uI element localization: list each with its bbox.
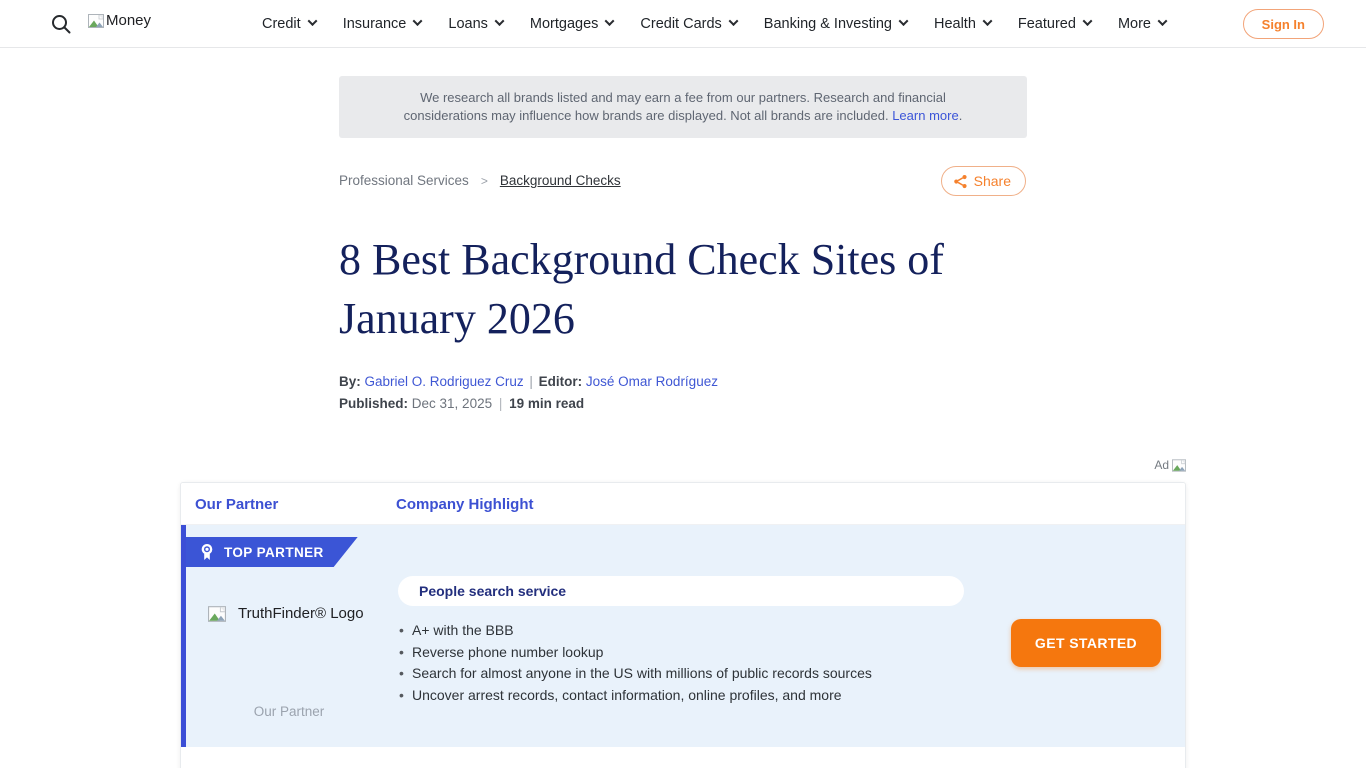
nav-item-credit-cards[interactable]: Credit Cards [640,16,736,32]
page: Money Credit Insurance Loans Mortgages C… [0,0,1366,768]
chevron-down-icon [982,16,992,26]
feature-bullet: Search for almost anyone in the US with … [398,666,872,680]
next-partner-row [181,747,1185,768]
service-category-pill: People search service [398,576,964,606]
chevron-down-icon [1158,16,1168,26]
nav-item-credit[interactable]: Credit [262,16,316,32]
truthfinder-logo[interactable]: TruthFinder® Logo [208,605,364,622]
nav-item-health[interactable]: Health [934,16,991,32]
chevron-down-icon [307,16,317,26]
published-divider: | [496,396,506,411]
sign-in-button[interactable]: Sign In [1243,9,1324,39]
share-button[interactable]: Share [941,166,1026,196]
main-nav: Credit Insurance Loans Mortgages Credit … [262,0,1166,48]
chevron-down-icon [413,16,423,26]
share-icon [953,174,968,189]
nav-item-featured[interactable]: Featured [1018,16,1091,32]
column-header-our-partner: Our Partner [195,496,278,513]
partner-comparison-card: Our Partner Company Highlight TOP PARTNE… [180,482,1186,768]
page-title: 8 Best Background Check Sites of January… [339,230,1039,348]
editor-link[interactable]: José Omar Rodríguez [586,374,718,389]
breadcrumb-separator: > [481,174,488,188]
feature-bullet: Reverse phone number lookup [398,645,872,659]
breadcrumb-current[interactable]: Background Checks [500,173,621,188]
learn-more-link[interactable]: Learn more [892,108,958,123]
published-prefix: Published: [339,396,408,411]
breadcrumb: Professional Services > Background Check… [339,173,621,188]
partner-row-truthfinder: TOP PARTNER TruthFinder® Logo Our Partne… [181,525,1185,747]
top-partner-badge: TOP PARTNER [186,537,358,567]
chevron-down-icon [605,16,615,26]
our-partner-caption: Our Partner [189,704,389,719]
feature-bullet: Uncover arrest records, contact informat… [398,688,872,702]
logo-alt-text: TruthFinder® Logo [238,605,364,622]
breadcrumb-parent[interactable]: Professional Services [339,173,469,188]
broken-image-icon [88,14,104,28]
disclosure-text: We research all brands listed and may ea… [404,90,946,123]
author-link[interactable]: Gabriel O. Rodriguez Cruz [365,374,524,389]
published-date: Dec 31, 2025 [412,396,492,411]
nav-item-more[interactable]: More [1118,16,1166,32]
feature-bullet: A+ with the BBB [398,623,872,637]
editor-prefix: Editor: [539,374,583,389]
byline: By: Gabriel O. Rodriguez Cruz | Editor: … [339,374,718,389]
nav-item-banking-investing[interactable]: Banking & Investing [764,16,907,32]
nav-item-insurance[interactable]: Insurance [343,16,422,32]
chevron-down-icon [494,16,504,26]
logo-alt-text: Money [106,12,151,29]
ad-label-row: Ad [1154,458,1186,472]
published-line: Published: Dec 31, 2025 | 19 min read [339,396,584,411]
money-logo[interactable]: Money [88,12,151,29]
chevron-down-icon [728,16,738,26]
nav-item-loans[interactable]: Loans [448,16,503,32]
partner-card-header: Our Partner Company Highlight [181,483,1185,525]
award-ribbon-icon [200,543,214,561]
chevron-down-icon [899,16,909,26]
search-icon[interactable] [50,13,72,35]
ad-label: Ad [1154,458,1169,472]
read-time: 19 min read [509,396,584,411]
nav-item-mortgages[interactable]: Mortgages [530,16,614,32]
byline-divider: | [527,374,535,389]
top-nav-bar: Money Credit Insurance Loans Mortgages C… [0,0,1366,48]
get-started-button[interactable]: GET STARTED [1011,619,1161,667]
chevron-down-icon [1082,16,1092,26]
top-partner-label: TOP PARTNER [224,545,324,560]
service-category-label: People search service [419,583,566,599]
byline-prefix: By: [339,374,361,389]
broken-image-icon [208,606,226,622]
column-header-company-highlight: Company Highlight [396,496,534,513]
share-label: Share [974,173,1011,189]
feature-bullet-list: A+ with the BBB Reverse phone number loo… [398,623,872,709]
advertiser-disclosure: We research all brands listed and may ea… [339,76,1027,138]
broken-image-icon [1172,459,1186,472]
